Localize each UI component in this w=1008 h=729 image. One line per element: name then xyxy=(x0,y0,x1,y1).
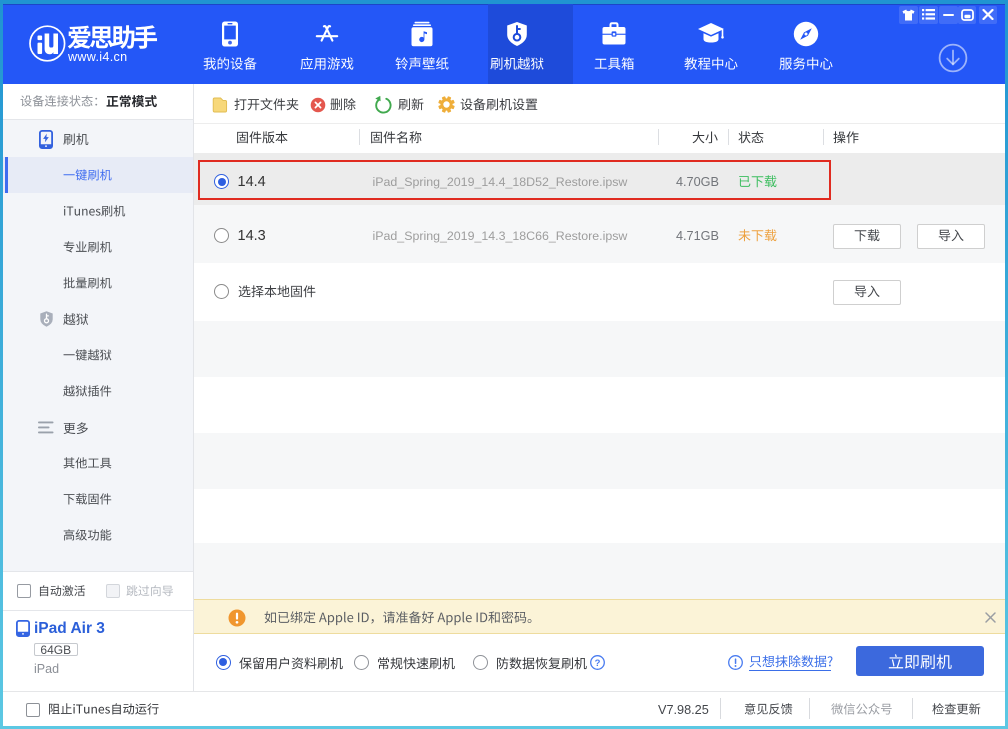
svg-text:?: ? xyxy=(595,657,601,668)
